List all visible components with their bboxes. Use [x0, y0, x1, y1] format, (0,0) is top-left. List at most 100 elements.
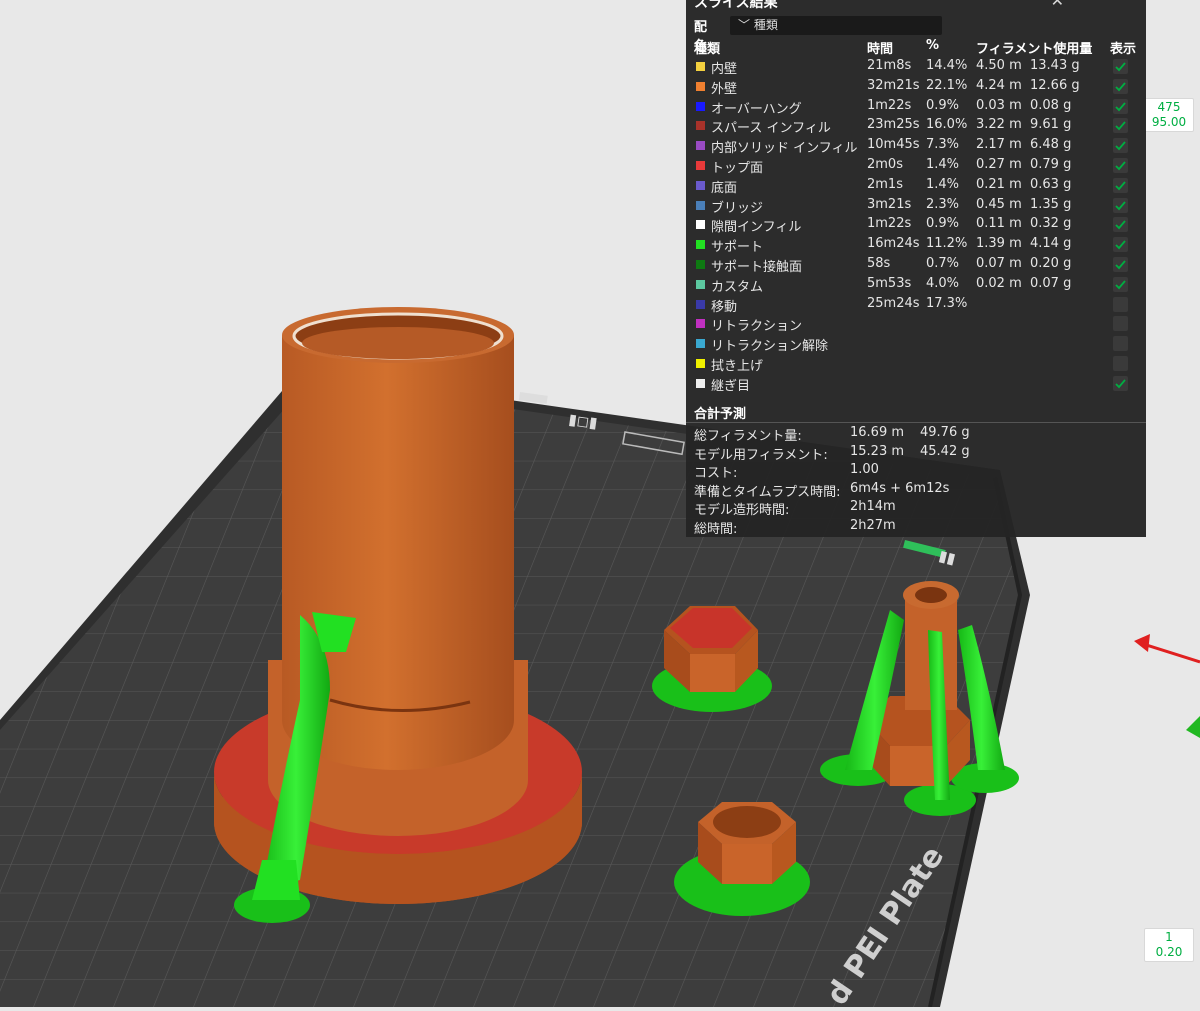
feature-length: 4.24 m	[976, 77, 1022, 93]
color-swatch	[696, 359, 705, 368]
total-label: 準備とタイムラプス時間:	[694, 484, 841, 500]
total-value: 2h27m	[850, 517, 896, 533]
feature-row: オーバーハング 1m22s 0.9% 0.03 m 0.08 g	[686, 98, 1146, 117]
feature-percent: 14.4%	[926, 58, 968, 73]
check-icon	[1115, 220, 1126, 230]
feature-row: サポート 16m24s 11.2% 1.39 m 4.14 g	[686, 236, 1146, 255]
check-icon	[1115, 280, 1126, 290]
check-icon	[1115, 260, 1126, 270]
total-value: 15.23 m	[850, 443, 905, 459]
feature-percent: 22.1%	[926, 77, 968, 93]
show-checkbox[interactable]	[1113, 237, 1128, 253]
feature-length: 0.02 m	[976, 275, 1022, 291]
feature-length: 2.17 m	[976, 137, 1022, 153]
header-percent: %	[926, 38, 940, 53]
feature-row: 内壁 21m8s 14.4% 4.50 m 13.43 g	[686, 58, 1146, 77]
color-swatch	[696, 378, 705, 388]
feature-name: 隙間インフィル	[711, 220, 802, 236]
show-checkbox[interactable]	[1113, 276, 1128, 292]
feature-row: リトラクション解除	[686, 335, 1146, 354]
feature-name: 内部ソリッド インフィル	[711, 141, 858, 157]
show-checkbox[interactable]	[1113, 98, 1128, 114]
feature-row: 拭き上げ	[686, 355, 1146, 374]
feature-name: リトラクション解除	[711, 339, 829, 355]
show-checkbox[interactable]	[1113, 138, 1128, 154]
layer-slider-top-label[interactable]: 475 95.00	[1144, 98, 1194, 132]
total-value: 2h14m	[850, 499, 896, 514]
feature-weight: 13.43 g	[1030, 58, 1080, 73]
close-icon[interactable]: ✕	[1051, 0, 1064, 10]
feature-row: 移動 25m24s 17.3%	[686, 296, 1146, 315]
feature-length: 0.45 m	[976, 196, 1022, 212]
feature-time: 16m24s	[867, 236, 920, 252]
total-value: 1.00	[850, 462, 879, 477]
feature-weight: 4.14 g	[1030, 236, 1072, 252]
show-checkbox[interactable]	[1113, 78, 1128, 94]
layer-slider-bottom-label[interactable]: 1 0.20	[1144, 928, 1194, 962]
header-type: 種類	[694, 42, 721, 57]
feature-length: 0.11 m	[976, 216, 1022, 232]
top-layer-number: 475	[1157, 100, 1181, 114]
show-checkbox[interactable]	[1113, 197, 1128, 213]
feature-time: 32m21s	[867, 77, 920, 93]
total-row: コスト: 1.00	[694, 462, 1134, 481]
feature-percent: 7.3%	[926, 137, 960, 153]
total-value: 16.69 m	[850, 425, 905, 440]
panel-header: スライス結果 ✕	[686, 0, 1146, 12]
color-swatch	[696, 240, 705, 250]
check-icon	[1115, 82, 1126, 92]
feature-name: サポート接触面	[711, 260, 803, 275]
show-checkbox[interactable]	[1113, 158, 1128, 173]
feature-name: ブリッジ	[711, 200, 764, 216]
feature-time: 23m25s	[867, 117, 920, 133]
show-checkbox[interactable]	[1113, 316, 1128, 332]
axis-gizmo	[1134, 634, 1200, 738]
show-checkbox[interactable]	[1113, 217, 1128, 233]
feature-length: 0.03 m	[976, 97, 1022, 113]
color-swatch	[696, 260, 705, 269]
header-time: 時間	[867, 42, 894, 57]
feature-name: カスタム	[711, 279, 764, 295]
show-checkbox[interactable]	[1113, 257, 1128, 272]
feature-row: カスタム 5m53s 4.0% 0.02 m 0.07 g	[686, 276, 1146, 295]
check-icon	[1115, 62, 1126, 72]
feature-length: 1.39 m	[976, 236, 1022, 252]
feature-percent: 0.9%	[926, 97, 960, 113]
feature-name: トップ面	[711, 161, 764, 176]
color-swatch	[696, 161, 705, 170]
feature-time: 2m0s	[867, 157, 903, 172]
show-checkbox[interactable]	[1113, 59, 1128, 74]
feature-time: 10m45s	[867, 137, 920, 153]
show-checkbox[interactable]	[1113, 177, 1128, 193]
show-checkbox[interactable]	[1113, 356, 1128, 371]
feature-percent: 1.4%	[926, 176, 960, 192]
feature-weight: 12.66 g	[1030, 77, 1080, 93]
feature-time: 25m24s	[867, 295, 920, 311]
feature-length: 4.50 m	[976, 58, 1022, 73]
feature-row: サポート接触面 58s 0.7% 0.07 m 0.20 g	[686, 256, 1146, 275]
feature-time: 58s	[867, 256, 891, 271]
feature-percent: 1.4%	[926, 157, 960, 172]
total-value-secondary: 45.42 g	[920, 443, 970, 459]
feature-name: サポート	[711, 240, 764, 256]
feature-percent: 0.7%	[926, 256, 960, 271]
show-checkbox[interactable]	[1113, 336, 1128, 352]
total-label: モデル用フィラメント:	[694, 447, 828, 463]
show-checkbox[interactable]	[1113, 118, 1128, 134]
feature-name: リトラクション	[711, 319, 803, 335]
color-scheme-select[interactable]: ﹀ 種類	[730, 16, 942, 35]
feature-percent: 4.0%	[926, 275, 960, 291]
divider	[686, 422, 1146, 423]
feature-row: リトラクション	[686, 315, 1146, 334]
feature-time: 2m1s	[867, 176, 903, 192]
show-checkbox[interactable]	[1113, 375, 1128, 391]
feature-percent: 0.9%	[926, 216, 960, 232]
check-icon	[1115, 161, 1126, 171]
check-icon	[1115, 102, 1126, 111]
check-icon	[1115, 379, 1126, 389]
show-checkbox[interactable]	[1113, 296, 1128, 312]
feature-time: 5m53s	[867, 275, 912, 291]
feature-length: 0.21 m	[976, 176, 1022, 192]
color-swatch	[696, 220, 705, 230]
feature-length: 0.07 m	[976, 256, 1022, 271]
